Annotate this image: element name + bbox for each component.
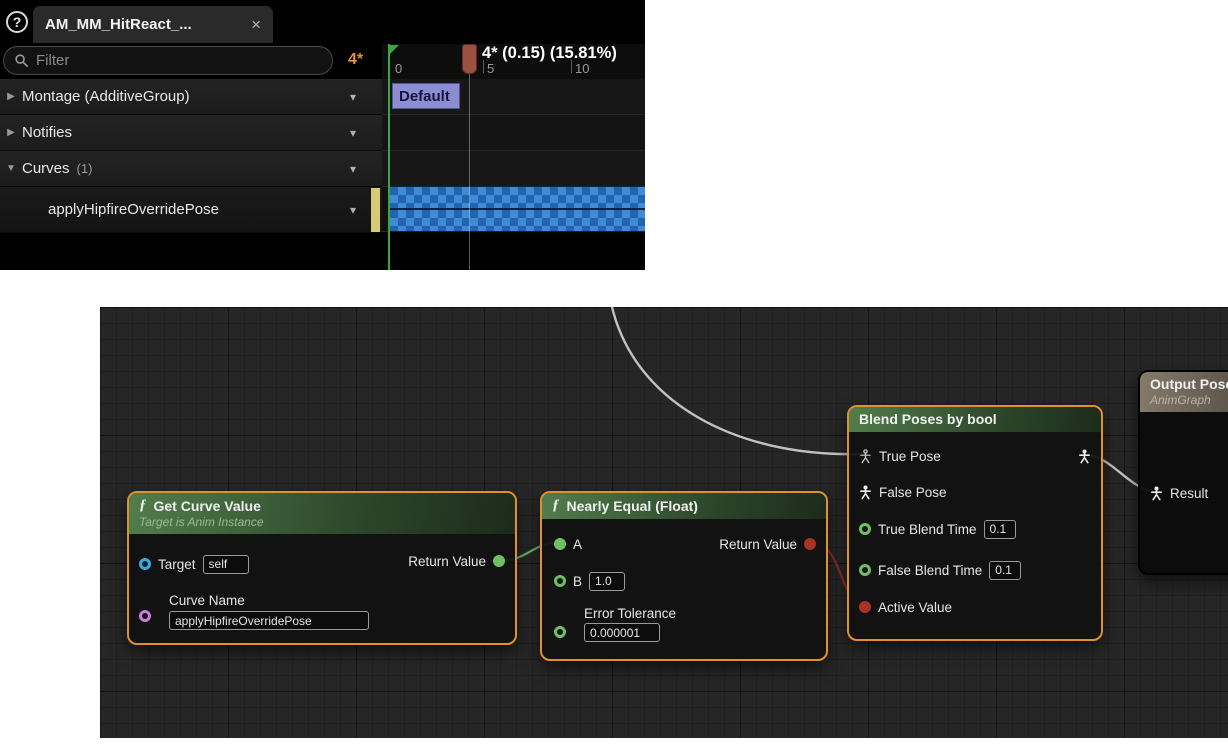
chevron-expanded-icon[interactable]: ▼ (0, 163, 22, 174)
node-title: Nearly Equal (Float) (566, 497, 698, 514)
function-icon: ƒ (139, 497, 147, 513)
curve-track-strip[interactable] (390, 186, 645, 232)
row-montage-group[interactable]: ▶ Montage (AdditiveGroup) ▾ (0, 79, 382, 115)
timeline-start-line (388, 44, 390, 270)
playhead-line (469, 44, 470, 270)
pin-label: Return Value (719, 536, 797, 552)
pin-label: False Blend Time (878, 562, 983, 578)
node-header[interactable]: Blend Poses by bool (849, 407, 1101, 432)
pose-pin-result-icon[interactable] (1150, 485, 1163, 501)
chevron-down-icon[interactable]: ▾ (350, 162, 356, 176)
tick-label: 5 (487, 61, 495, 76)
node-subtitle: Target is Anim Instance (139, 515, 264, 529)
pin-return-bool[interactable] (804, 538, 816, 550)
animgraph-canvas[interactable]: ƒ Get Curve Value Target is Anim Instanc… (100, 307, 1228, 738)
node-nearly-equal[interactable]: ƒ Nearly Equal (Float) A Return Value B … (540, 491, 828, 661)
pin-return-float[interactable] (493, 555, 505, 567)
row-notifies[interactable]: ▶ Notifies ▾ (0, 115, 382, 151)
close-icon[interactable]: × (251, 15, 261, 35)
b-value-field[interactable] (589, 571, 626, 591)
search-icon (14, 53, 29, 68)
wire-pose-top (610, 307, 861, 456)
node-title: Blend Poses by bool (859, 411, 997, 427)
pin-label: False Pose (879, 484, 947, 500)
pose-pin-out-icon[interactable] (1078, 448, 1091, 464)
target-value-field[interactable] (202, 554, 249, 574)
row-label: applyHipfireOverridePose (48, 201, 219, 218)
curve-color-bar (371, 188, 380, 232)
row-label: Montage (AdditiveGroup) (22, 88, 190, 105)
false-blend-time-field[interactable] (989, 560, 1022, 580)
playhead-readout: 4* (0.15) (15.81%) (482, 44, 617, 62)
function-icon: ƒ (552, 497, 560, 513)
true-blend-time-field[interactable] (983, 519, 1016, 539)
pin-label: Active Value (878, 599, 953, 615)
node-header[interactable]: ƒ Nearly Equal (Float) (542, 493, 826, 519)
timeline[interactable]: 0 5 10 Default 4* (0.15) (15.81%) (382, 0, 645, 270)
tick-label: 10 (575, 61, 590, 76)
filter-box[interactable] (3, 46, 333, 75)
pin-true-blend-time[interactable] (859, 523, 871, 535)
curve-checker-band (390, 210, 645, 231)
node-title: Output Pose (1150, 376, 1228, 392)
curve-checker-band (390, 187, 645, 208)
row-curves[interactable]: ▼ Curves (1) ▾ (0, 151, 382, 187)
row-label: Notifies (22, 124, 73, 141)
node-header[interactable]: ƒ Get Curve Value Target is Anim Instanc… (129, 493, 515, 534)
pin-label: True Blend Time (878, 521, 977, 537)
pose-pin-true-icon[interactable] (859, 448, 872, 464)
pin-label: True Pose (879, 448, 941, 464)
chevron-right-icon[interactable]: ▶ (0, 127, 22, 138)
chevron-down-icon[interactable]: ▾ (350, 126, 356, 140)
chevron-down-icon[interactable]: ▾ (350, 203, 356, 217)
node-subtitle: AnimGraph (1150, 393, 1211, 407)
node-get-curve-value[interactable]: ƒ Get Curve Value Target is Anim Instanc… (127, 491, 517, 645)
timeline-track[interactable] (382, 115, 645, 151)
chevron-down-icon[interactable]: ▾ (350, 90, 356, 104)
help-icon[interactable]: ? (6, 11, 28, 33)
timeline-track[interactable] (382, 151, 645, 187)
timeline-start-flag (390, 45, 399, 54)
pin-label: Return Value (408, 553, 486, 569)
pin-label: Result (1170, 485, 1209, 501)
pin-label: A (573, 536, 583, 552)
pin-label: B (573, 573, 583, 589)
filter-input[interactable] (36, 52, 322, 69)
asset-tab[interactable]: AM_MM_HitReact_... × (33, 6, 273, 43)
node-title: Get Curve Value (153, 497, 261, 514)
tick-label: 0 (395, 61, 403, 76)
pose-pin-false-icon[interactable] (859, 484, 872, 500)
node-output-pose[interactable]: Output Pose AnimGraph Result (1138, 370, 1228, 575)
playhead-marker[interactable] (462, 44, 477, 74)
pin-b-float[interactable] (554, 575, 566, 587)
pin-target-object[interactable] (139, 558, 151, 570)
pin-error-tolerance[interactable] (554, 626, 566, 638)
node-header[interactable]: Output Pose AnimGraph (1140, 372, 1228, 412)
pin-active-value-bool[interactable] (859, 601, 871, 613)
row-label: Curves (22, 160, 70, 177)
tolerance-value-field[interactable] (584, 623, 660, 642)
row-count: (1) (76, 161, 93, 176)
row-curve-applyhipfireoverridepose[interactable]: applyHipfireOverridePose ▾ (0, 187, 382, 233)
filter-badge: 4* (348, 51, 364, 68)
pin-label: Error Tolerance (584, 606, 677, 621)
pin-false-blend-time[interactable] (859, 564, 871, 576)
pin-a-float[interactable] (554, 538, 566, 550)
chevron-right-icon[interactable]: ▶ (0, 91, 22, 102)
node-blend-poses-by-bool[interactable]: Blend Poses by bool True Pose False Pose… (847, 405, 1103, 641)
pin-curve-name[interactable] (139, 610, 151, 622)
asset-tab-title: AM_MM_HitReact_... (45, 16, 192, 33)
curve-name-field[interactable] (169, 611, 369, 630)
pin-label: Curve Name (169, 593, 245, 608)
pin-label: Target (158, 556, 196, 572)
montage-panel: ? AM_MM_HitReact_... × 4* ▶ Montage (Add… (0, 0, 645, 270)
montage-section-default[interactable]: Default (392, 83, 460, 109)
